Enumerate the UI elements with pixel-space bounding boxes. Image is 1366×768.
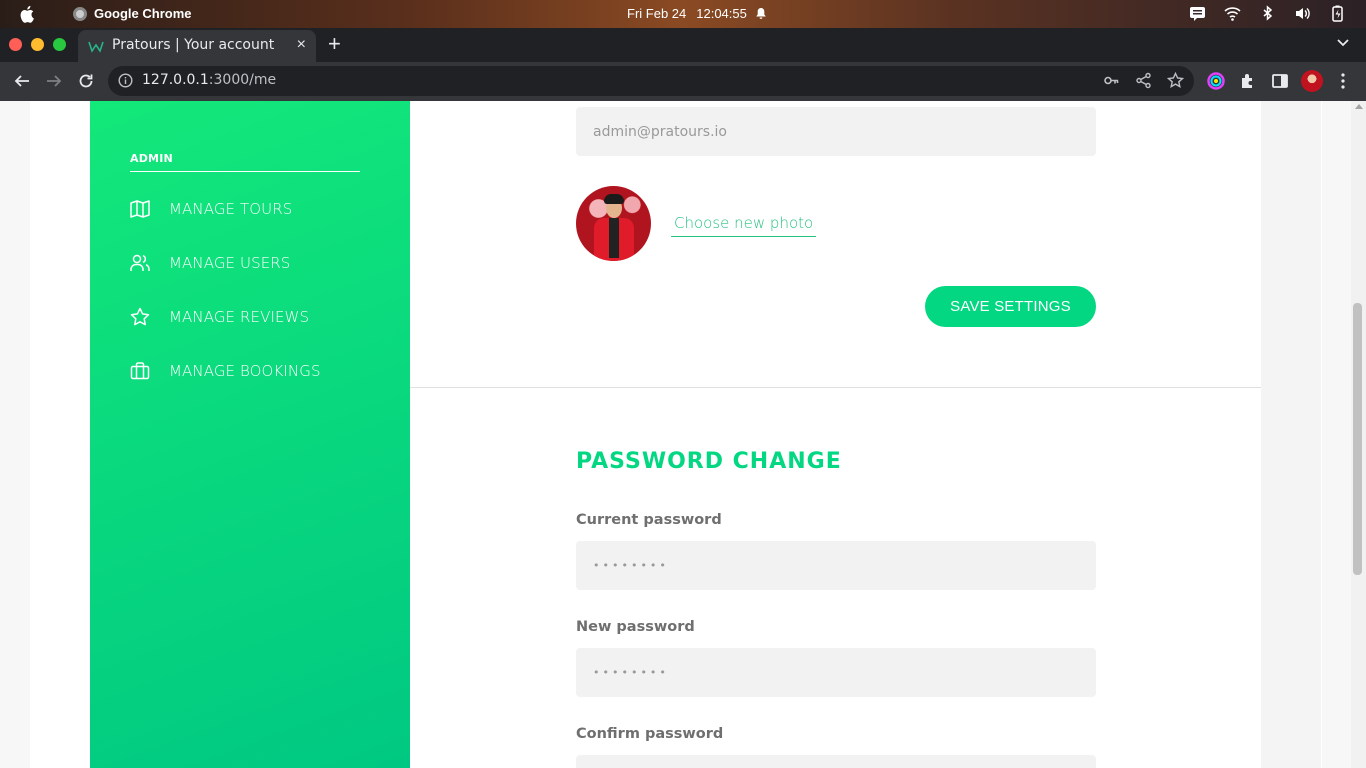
url-text[interactable]: 127.0.0.1:3000/me	[142, 72, 276, 88]
photo-shirt	[609, 218, 619, 258]
save-settings-button[interactable]: SAVE SETTINGS	[925, 286, 1096, 327]
bookmark-star-icon[interactable]	[1167, 72, 1184, 89]
current-password-placeholder: ••••••••	[593, 559, 669, 572]
os-top-bar: Google Chrome Fri Feb 24 12:04:55	[0, 0, 1366, 28]
sidebar-item-label: MANAGE REVIEWS	[169, 308, 310, 326]
sidebar-item-label: MANAGE TOURS	[169, 200, 293, 218]
battery-icon[interactable]	[1329, 5, 1346, 22]
sidebar-item-manage-tours[interactable]: MANAGE TOURS	[130, 197, 292, 221]
tab-search-chevron-icon[interactable]	[1336, 36, 1350, 50]
back-arrow-icon[interactable]	[13, 72, 31, 90]
os-status-icons	[1189, 5, 1346, 22]
site-info-icon[interactable]	[118, 73, 133, 88]
tab-title: Pratours | Your account	[112, 37, 275, 53]
browser-menu-icon[interactable]	[1341, 72, 1345, 90]
briefcase-icon	[130, 362, 150, 380]
chrome-icon	[73, 6, 87, 21]
new-password-label: New password	[576, 619, 695, 635]
current-password-label: Current password	[576, 512, 722, 528]
url-host: 127.0.0.1	[142, 72, 209, 88]
chat-icon[interactable]	[1189, 5, 1206, 22]
photo-hair	[604, 194, 624, 204]
extensions-puzzle-icon[interactable]	[1239, 72, 1257, 90]
map-icon	[130, 200, 150, 218]
choose-photo-link[interactable]: Choose new photo	[671, 214, 817, 237]
apple-icon[interactable]	[20, 5, 36, 23]
confirm-password-field[interactable]	[576, 755, 1096, 768]
forward-arrow-icon[interactable]	[45, 72, 63, 90]
reload-icon[interactable]	[77, 72, 95, 90]
section-divider	[410, 387, 1261, 388]
password-key-icon[interactable]	[1103, 72, 1120, 89]
email-field[interactable]: admin@pratours.io	[576, 107, 1096, 156]
profile-avatar[interactable]	[1301, 70, 1323, 92]
window-close-button[interactable]	[9, 38, 22, 51]
os-clock[interactable]: Fri Feb 24 12:04:55	[627, 6, 747, 21]
current-password-field[interactable]: ••••••••	[576, 541, 1096, 590]
tab-close-button[interactable]: ×	[297, 36, 306, 54]
email-field-value: admin@pratours.io	[593, 123, 727, 140]
new-tab-button[interactable]: +	[328, 33, 341, 55]
browser-tab-active[interactable]: Pratours | Your account ×	[78, 30, 316, 62]
window-maximize-button[interactable]	[53, 38, 66, 51]
page-viewport: ADMIN MANAGE TOURS MANAGE USERS MANAGE R…	[0, 101, 1366, 768]
sidebar-item-label: MANAGE BOOKINGS	[169, 362, 321, 380]
os-date: Fri Feb 24	[627, 6, 687, 21]
os-time: 12:04:55	[696, 6, 747, 21]
star-icon	[130, 307, 150, 326]
sidebar-item-manage-users[interactable]: MANAGE USERS	[130, 251, 290, 275]
users-icon	[130, 254, 150, 271]
scrollbar-thumb[interactable]	[1353, 303, 1362, 575]
sidebar-item-label: MANAGE USERS	[169, 254, 291, 272]
sidebar-item-manage-bookings[interactable]: MANAGE BOOKINGS	[130, 359, 321, 383]
volume-icon[interactable]	[1294, 5, 1311, 22]
side-panel-icon[interactable]	[1271, 72, 1289, 90]
sidebar-divider	[130, 171, 360, 172]
password-section-title: PASSWORD CHANGE	[576, 449, 842, 474]
url-path: :3000/me	[208, 72, 277, 88]
os-active-app[interactable]: Google Chrome	[73, 6, 192, 21]
share-icon[interactable]	[1135, 72, 1152, 89]
confirm-password-label: Confirm password	[576, 726, 724, 742]
scroll-up-arrow-icon[interactable]	[1355, 104, 1363, 109]
new-password-field[interactable]: ••••••••	[576, 648, 1096, 697]
color-extension-icon[interactable]	[1207, 72, 1225, 90]
wifi-icon[interactable]	[1224, 5, 1241, 22]
sidebar-item-manage-reviews[interactable]: MANAGE REVIEWS	[130, 305, 309, 329]
site-favicon-icon	[88, 41, 104, 53]
page-gutter	[1261, 101, 1321, 768]
new-password-placeholder: ••••••••	[593, 666, 669, 679]
user-photo	[576, 186, 651, 261]
bluetooth-icon[interactable]	[1259, 5, 1276, 22]
os-app-name: Google Chrome	[94, 6, 192, 21]
sidebar-heading: ADMIN	[130, 152, 173, 165]
window-minimize-button[interactable]	[31, 38, 44, 51]
notification-bell-icon[interactable]	[755, 7, 767, 20]
